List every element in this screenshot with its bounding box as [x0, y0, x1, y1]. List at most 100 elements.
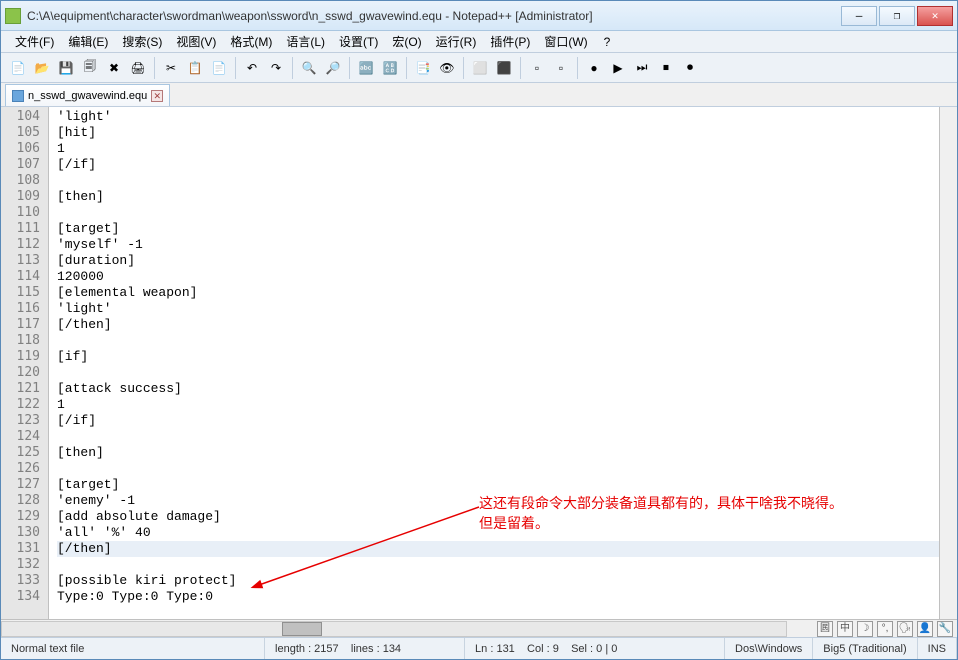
toolbar-button[interactable]: ▫ [550, 57, 572, 79]
toolbar-button[interactable]: 📋 [184, 57, 206, 79]
titlebar[interactable]: C:\A\equipment\character\swordman\weapon… [1, 1, 957, 31]
toolbar-button[interactable]: 📑 [412, 57, 434, 79]
code-line[interactable]: 1 [57, 397, 939, 413]
window-title: C:\A\equipment\character\swordman\weapon… [27, 9, 841, 23]
code-line[interactable]: 1 [57, 141, 939, 157]
toolbar-button[interactable]: 👁 [436, 57, 458, 79]
menu-item[interactable]: 格式(M) [224, 31, 278, 52]
code-line[interactable] [57, 205, 939, 221]
code-line[interactable]: [then] [57, 189, 939, 205]
code-line[interactable]: [/then] [57, 317, 939, 333]
status-icon[interactable]: ☽ [857, 621, 873, 637]
menu-item[interactable]: 插件(P) [484, 31, 536, 52]
code-line[interactable]: [hit] [57, 125, 939, 141]
toolbar-button[interactable]: ● [583, 57, 605, 79]
menu-item[interactable]: 搜索(S) [116, 31, 168, 52]
toolbar-separator [154, 57, 155, 79]
vertical-scrollbar[interactable] [939, 107, 957, 619]
code-line[interactable]: [/then] [57, 541, 939, 557]
code-line[interactable]: [duration] [57, 253, 939, 269]
status-icon[interactable]: 🗣 [897, 621, 913, 637]
maximize-button[interactable]: ❐ [879, 6, 915, 26]
line-number: 109 [1, 189, 48, 205]
code-line[interactable]: 'light' [57, 301, 939, 317]
toolbar-button[interactable]: ↶ [241, 57, 263, 79]
status-icon[interactable]: 👤 [917, 621, 933, 637]
menu-item[interactable]: 运行(R) [430, 31, 483, 52]
code-line[interactable]: [attack success] [57, 381, 939, 397]
menu-item[interactable]: ? [598, 33, 617, 51]
editor[interactable]: 1041051061071081091101111121131141151161… [1, 107, 957, 619]
toolbar-button[interactable]: 💾 [55, 57, 77, 79]
menu-item[interactable]: 编辑(E) [62, 31, 114, 52]
toolbar-button[interactable]: 📂 [31, 57, 53, 79]
line-number: 120 [1, 365, 48, 381]
tab-active[interactable]: n_sswd_gwavewind.equ ✕ [5, 84, 170, 106]
code-line[interactable] [57, 173, 939, 189]
code-line[interactable] [57, 557, 939, 573]
toolbar-button[interactable]: ⬜ [469, 57, 491, 79]
minimize-button[interactable]: — [841, 6, 877, 26]
toolbar-button[interactable]: 🔤 [355, 57, 377, 79]
toolbar-button[interactable]: 📄 [7, 57, 29, 79]
toolbar-button[interactable]: ⬛ [493, 57, 515, 79]
tab-close-icon[interactable]: ✕ [151, 90, 163, 102]
line-number: 107 [1, 157, 48, 173]
toolbar-button[interactable]: ⏹ [655, 57, 677, 79]
line-number: 129 [1, 509, 48, 525]
menu-item[interactable]: 窗口(W) [538, 31, 593, 52]
scrollbar-thumb[interactable] [282, 622, 322, 636]
toolbar-button[interactable]: 🗐 [79, 57, 101, 79]
toolbar-button[interactable]: ⏺ [679, 57, 701, 79]
toolbar-button[interactable]: 🔎 [322, 57, 344, 79]
line-number: 114 [1, 269, 48, 285]
code-line[interactable]: [target] [57, 221, 939, 237]
toolbar-button[interactable]: 🔍 [298, 57, 320, 79]
status-icon[interactable]: 🔧 [937, 621, 953, 637]
toolbar-button[interactable]: ✂ [160, 57, 182, 79]
code-line[interactable] [57, 461, 939, 477]
toolbar-button[interactable]: 🖨 [127, 57, 149, 79]
menu-item[interactable]: 语言(L) [280, 31, 331, 52]
status-icon[interactable]: 囻 [817, 621, 833, 637]
toolbar-button[interactable]: ▶ [607, 57, 629, 79]
toolbar-button[interactable]: ⏭ [631, 57, 653, 79]
annotation-text: 这还有段命令大部分装备道具都有的，具体干啥我不晓得。 但是留着。 [479, 493, 843, 533]
toolbar-button[interactable]: ↷ [265, 57, 287, 79]
line-number: 105 [1, 125, 48, 141]
toolbar-button[interactable]: ▫ [526, 57, 548, 79]
code-line[interactable]: [/if] [57, 157, 939, 173]
code-line[interactable]: [/if] [57, 413, 939, 429]
menu-item[interactable]: 视图(V) [170, 31, 222, 52]
code-line[interactable]: [elemental weapon] [57, 285, 939, 301]
toolbar-button[interactable]: 📄 [208, 57, 230, 79]
line-number: 116 [1, 301, 48, 317]
close-button[interactable]: ✕ [917, 6, 953, 26]
line-number: 130 [1, 525, 48, 541]
code-line[interactable]: Type:0 Type:0 Type:0 [57, 589, 939, 605]
code-line[interactable]: [target] [57, 477, 939, 493]
status-icon[interactable]: 中 [837, 621, 853, 637]
code-area[interactable]: 'light'[hit]1[/if][then][target]'myself'… [49, 107, 939, 619]
toolbar-button[interactable]: 🔠 [379, 57, 401, 79]
menu-item[interactable]: 宏(O) [386, 31, 427, 52]
code-line[interactable]: 120000 [57, 269, 939, 285]
code-line[interactable]: [if] [57, 349, 939, 365]
horizontal-scrollbar[interactable] [1, 621, 787, 637]
code-line[interactable]: 'light' [57, 109, 939, 125]
menu-item[interactable]: 设置(T) [333, 31, 384, 52]
code-line[interactable] [57, 365, 939, 381]
code-line[interactable] [57, 429, 939, 445]
status-eol: Dos\Windows [725, 638, 813, 659]
line-number: 118 [1, 333, 48, 349]
line-number: 128 [1, 493, 48, 509]
code-line[interactable] [57, 333, 939, 349]
line-number: 111 [1, 221, 48, 237]
code-line[interactable]: [possible kiri protect] [57, 573, 939, 589]
menu-item[interactable]: 文件(F) [9, 31, 60, 52]
code-line[interactable]: [then] [57, 445, 939, 461]
code-line[interactable]: 'myself' -1 [57, 237, 939, 253]
status-icon[interactable]: °, [877, 621, 893, 637]
status-filetype: Normal text file [1, 638, 265, 659]
toolbar-button[interactable]: ✖ [103, 57, 125, 79]
